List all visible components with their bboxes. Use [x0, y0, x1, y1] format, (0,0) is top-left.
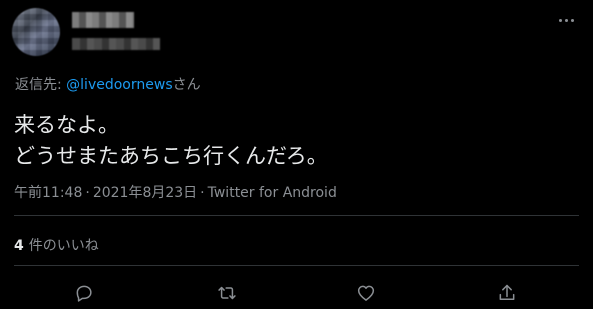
retweet-button[interactable] [212, 278, 242, 308]
divider [14, 265, 579, 266]
reply-icon [76, 285, 92, 302]
like-icon [357, 285, 375, 301]
reply-mention-link[interactable]: @livedoornews [66, 77, 172, 93]
likes-count-link[interactable]: 4 件のいいね [14, 235, 99, 255]
more-options-button[interactable] [553, 10, 579, 30]
reply-context: 返信先: @livedoornewsさん [15, 74, 201, 94]
like-button[interactable] [351, 278, 381, 308]
username-redacted[interactable] [72, 38, 160, 50]
divider [14, 215, 579, 216]
tweet-date[interactable]: 2021年8月23日 [93, 185, 197, 201]
tweet-time[interactable]: 午前11:48 [14, 185, 82, 201]
reply-prefix: 返信先: [15, 77, 67, 93]
likes-count: 4 [14, 238, 24, 254]
tweet-text-line: 来るなよ。 [14, 113, 119, 137]
share-icon [499, 284, 515, 300]
share-button[interactable] [492, 278, 522, 308]
reply-button[interactable] [69, 278, 99, 308]
likes-label: 件のいいね [28, 238, 99, 254]
tweet-text: 来るなよ。 どうせまたあちこち行くんだろ。 [14, 110, 328, 172]
meta-separator: · [200, 185, 205, 201]
more-dot-icon [564, 18, 568, 22]
tweet-text-line: どうせまたあちこち行くんだろ。 [14, 144, 328, 168]
more-dot-icon [570, 18, 574, 22]
avatar[interactable] [12, 8, 60, 56]
meta-separator: · [85, 185, 90, 201]
reply-suffix: さん [172, 77, 201, 93]
tweet-source[interactable]: Twitter for Android [208, 185, 337, 201]
tweet-actions-bar [0, 278, 593, 308]
retweet-icon [218, 286, 236, 300]
tweet-metadata: 午前11:48 · 2021年8月23日 · Twitter for Android [14, 182, 337, 202]
display-name-redacted[interactable] [72, 12, 134, 28]
more-dot-icon [558, 18, 562, 22]
